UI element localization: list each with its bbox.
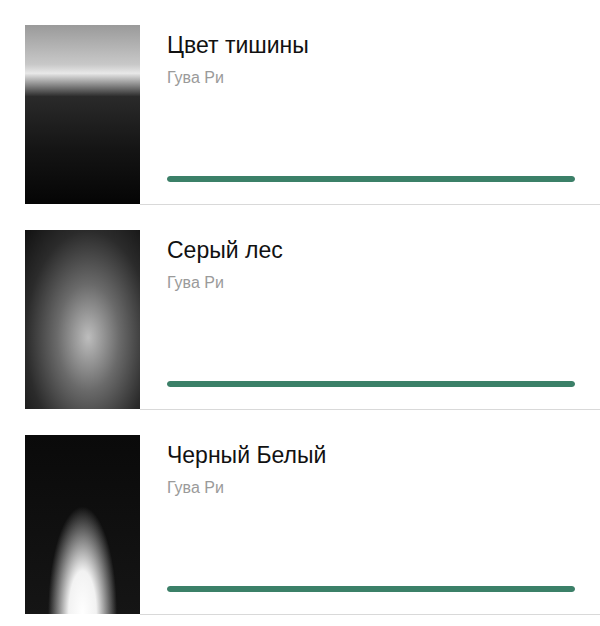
book-title[interactable]: Цвет тишины <box>167 31 575 59</box>
book-title[interactable]: Серый лес <box>167 236 575 264</box>
book-cover[interactable] <box>25 435 140 614</box>
progress-fill <box>167 586 575 592</box>
cover-art <box>25 25 140 204</box>
book-cover[interactable] <box>25 25 140 204</box>
book-author[interactable]: Гува Ри <box>167 273 575 293</box>
progress-bar <box>167 176 575 182</box>
book-row[interactable]: Цвет тишины Гува Ри <box>0 0 600 205</box>
cover-art <box>25 230 140 409</box>
book-author[interactable]: Гува Ри <box>167 478 575 498</box>
book-author[interactable]: Гува Ри <box>167 68 575 88</box>
progress-bar <box>167 381 575 387</box>
book-list: Цвет тишиныГува РиСерый лесГува РиЧерный… <box>0 0 600 615</box>
book-row[interactable]: Черный Белый Гува Ри <box>0 410 600 615</box>
book-row[interactable]: Серый лес Гува Ри <box>0 205 600 410</box>
book-cover[interactable] <box>25 230 140 409</box>
progress-fill <box>167 176 575 182</box>
book-info: Серый лес Гува Ри <box>140 230 600 410</box>
book-title[interactable]: Черный Белый <box>167 441 575 469</box>
cover-art <box>25 435 140 614</box>
book-info: Цвет тишины Гува Ри <box>140 25 600 205</box>
book-info: Черный Белый Гува Ри <box>140 435 600 615</box>
progress-bar <box>167 586 575 592</box>
progress-fill <box>167 381 575 387</box>
